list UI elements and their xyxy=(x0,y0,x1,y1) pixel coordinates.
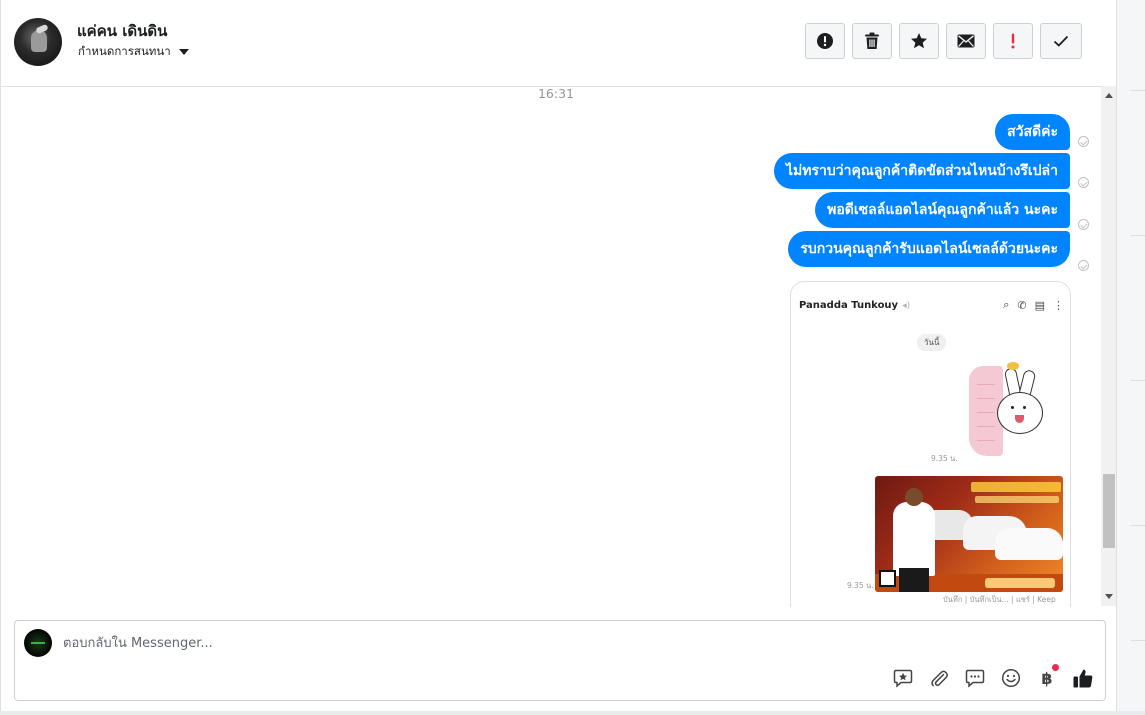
ad-person xyxy=(893,488,935,576)
divider xyxy=(1131,235,1145,236)
star-button[interactable] xyxy=(899,23,939,59)
priority-button[interactable] xyxy=(993,23,1033,59)
ad-banner xyxy=(975,496,1059,503)
attachment-chat-name: Panadda Tunkouy xyxy=(799,300,899,311)
message-timestamp: 16:31 xyxy=(537,86,575,101)
ad-car xyxy=(995,528,1063,560)
window-bottom-edge xyxy=(0,711,1145,715)
contact-name[interactable]: แค่คน เดินดิน xyxy=(77,19,167,43)
car-dealer-ad-image xyxy=(875,476,1063,592)
scroll-down-arrow-icon[interactable] xyxy=(1105,594,1113,599)
composer-tools: ฿ xyxy=(891,664,1095,690)
sent-check-icon xyxy=(1078,260,1089,271)
notification-dot xyxy=(1052,664,1059,671)
more-icon: ⋮ xyxy=(1053,298,1064,312)
qr-code xyxy=(879,570,896,587)
page-avatar xyxy=(24,629,52,657)
saved-reply-icon xyxy=(893,669,913,688)
star-icon xyxy=(911,33,927,49)
sent-check-icon xyxy=(1078,136,1089,147)
header-actions xyxy=(805,23,1082,59)
mute-icon: ◂) xyxy=(902,300,911,311)
outgoing-message[interactable]: ไม่ทราบว่าคุณลูกค้าติดขัดส่วนไหนบ้างรึเป… xyxy=(773,153,1070,189)
divider xyxy=(1131,90,1145,91)
image-time: 9.35 น. xyxy=(847,581,874,590)
reply-composer: ฿ xyxy=(14,620,1106,701)
divider xyxy=(1131,525,1145,526)
baht-icon: ฿ xyxy=(1041,668,1053,688)
caret-down-icon xyxy=(178,49,189,55)
phone-icon: ✆ xyxy=(1017,298,1027,312)
ad-banner xyxy=(971,482,1061,492)
sent-check-icon xyxy=(1078,219,1089,230)
sent-check-icon xyxy=(1078,177,1089,188)
attachment-chat-tools: ⌕ ✆ ▤ ⋮ xyxy=(1003,298,1064,312)
exclamation-icon xyxy=(1011,33,1015,49)
report-button[interactable] xyxy=(805,23,845,59)
emoji-button[interactable] xyxy=(999,666,1023,690)
envelope-icon xyxy=(957,34,975,48)
saved-replies-button[interactable] xyxy=(891,666,915,690)
search-icon: ⌕ xyxy=(1003,298,1010,311)
message-list: สวัสดีค่ะ ไม่ทราบว่าคุณลูกค้าติดขัดส่วนไ… xyxy=(773,114,1070,267)
sticker-head xyxy=(997,392,1043,434)
payment-button[interactable]: ฿ xyxy=(1035,664,1059,690)
outgoing-message[interactable]: สวัสดีค่ะ xyxy=(995,114,1070,150)
conversation-settings-dropdown[interactable]: กำหนดการสนทนา xyxy=(78,43,189,61)
contact-avatar[interactable] xyxy=(14,18,62,66)
delete-button[interactable] xyxy=(852,23,892,59)
outgoing-message[interactable]: พอดีเซลล์แอดไลน์คุณลูกค้าแล้ว นะคะ xyxy=(815,192,1070,228)
smiley-icon xyxy=(1001,668,1021,688)
ad-person-legs xyxy=(899,568,929,592)
conversation-header: แค่คน เดินดิน กำหนดการสนทนา xyxy=(1,0,1116,87)
image-options: บันทึก | บันทึกเป็น... | แชร์ | Keep xyxy=(943,595,1056,604)
thumbs-up-icon xyxy=(1073,669,1093,688)
attach-file-button[interactable] xyxy=(927,666,951,690)
sticker-time: 9.35 น. xyxy=(931,454,958,463)
chat-bubble-icon xyxy=(965,669,985,688)
checkmark-icon xyxy=(1053,35,1069,47)
reply-input[interactable] xyxy=(63,633,863,653)
divider xyxy=(1131,640,1145,641)
scroll-up-arrow-icon[interactable] xyxy=(1105,93,1113,98)
sticker-leaf xyxy=(1007,362,1019,370)
conversation-settings-label: กำหนดการสนทนา xyxy=(78,44,171,58)
attachment-chat-header: Panadda Tunkouy ◂) xyxy=(799,300,910,311)
scroll-thumb[interactable] xyxy=(1103,474,1115,548)
sticker-eyes xyxy=(1011,406,1014,409)
outgoing-message[interactable]: รบกวนคุณลูกค้ารับแอดไลน์เซลล์ด้วยนะคะ xyxy=(788,231,1070,267)
notes-icon: ▤ xyxy=(1034,298,1045,312)
rabbit-sticker xyxy=(967,362,1047,457)
quick-reply-button[interactable] xyxy=(963,666,987,690)
paperclip-icon xyxy=(931,670,948,687)
like-button[interactable] xyxy=(1071,666,1095,690)
message-scrollbar[interactable] xyxy=(1101,86,1117,606)
exclamation-circle-icon xyxy=(817,33,833,49)
messenger-panel: แค่คน เดินดิน กำหนดการสนทนา 16:31 สวัสดี… xyxy=(0,0,1117,715)
trash-icon xyxy=(865,32,879,49)
image-attachment[interactable]: Panadda Tunkouy ◂) ⌕ ✆ ▤ ⋮ วันนี้ 9.35 น… xyxy=(790,281,1071,607)
day-divider: วันนี้ xyxy=(917,334,947,351)
done-button[interactable] xyxy=(1040,23,1082,59)
side-panel-edge xyxy=(1116,0,1145,715)
mark-unread-button[interactable] xyxy=(946,23,986,59)
divider xyxy=(1131,380,1145,381)
